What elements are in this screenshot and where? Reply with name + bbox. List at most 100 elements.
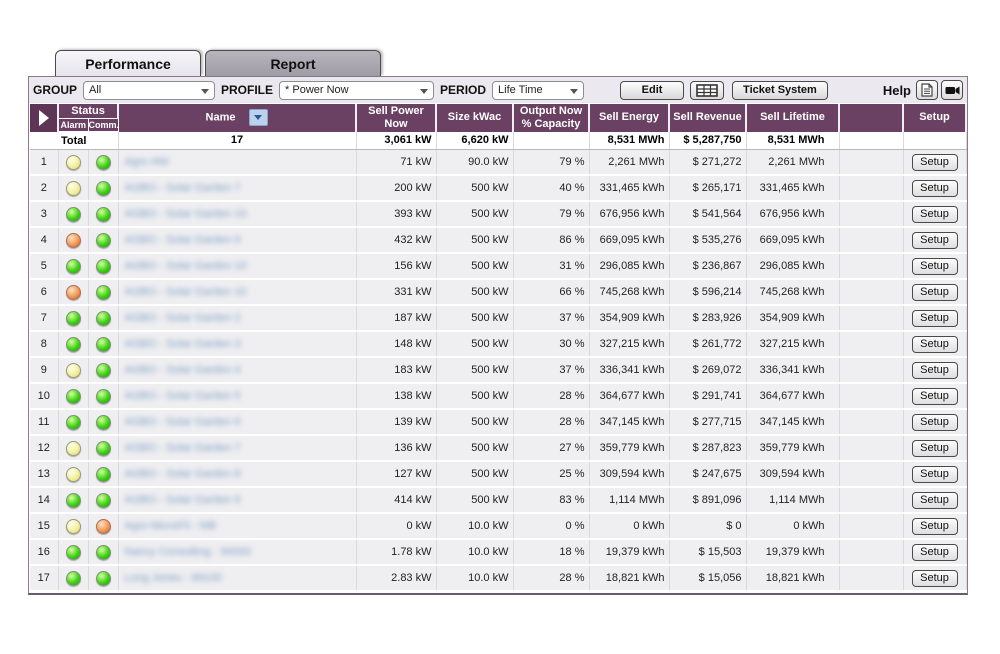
setup-button[interactable]: Setup [912, 518, 958, 535]
lifetime-cell: 676,956 kWh [746, 201, 839, 227]
energy-cell: 19,379 kWh [589, 539, 669, 565]
setup-button[interactable]: Setup [912, 284, 958, 301]
setup-button[interactable]: Setup [912, 310, 958, 327]
row-number: 11 [30, 409, 58, 435]
output-cell: 83 % [513, 487, 589, 513]
site-name-cell[interactable]: Nancy Consulting - 90000 [118, 539, 356, 565]
setup-button[interactable]: Setup [912, 232, 958, 249]
table-row: 5 AGBO - Solar Garden 10 156 kW 500 kW 3… [30, 253, 966, 279]
alarm-status-cell [58, 461, 88, 487]
setup-button[interactable]: Setup [912, 544, 958, 561]
site-name-cell[interactable]: AGBO - Solar Garden 6 [118, 409, 356, 435]
sort-dropdown-icon[interactable] [249, 109, 268, 126]
spacer-cell [839, 150, 903, 176]
row-expand-header[interactable] [30, 104, 58, 132]
setup-button[interactable]: Setup [912, 206, 958, 223]
sell-power-cell: 187 kW [356, 305, 436, 331]
site-name-cell[interactable]: Agro #90 [118, 150, 356, 176]
output-cell: 66 % [513, 279, 589, 305]
site-name-cell[interactable]: AGBO - Solar Garden 10 [118, 201, 356, 227]
alarm-status-cell [58, 513, 88, 539]
site-name-cell[interactable]: AGBO - Solar Garden 3 [118, 331, 356, 357]
ticket-system-button[interactable]: Ticket System [732, 81, 828, 100]
site-name-cell[interactable]: AGBO - Solar Garden 7 [118, 435, 356, 461]
revenue-cell: $ 596,214 [669, 279, 746, 305]
alarm-status-cell [58, 150, 88, 176]
setup-button[interactable]: Setup [912, 570, 958, 587]
setup-button[interactable]: Setup [912, 388, 958, 405]
alarm-status-cell [58, 539, 88, 565]
alarm-light [66, 363, 81, 378]
performance-table: Status Name Sell Power Now Size kWac Out… [30, 104, 967, 592]
total-count: 17 [118, 132, 356, 150]
comm-light [96, 389, 111, 404]
spacer-cell [839, 487, 903, 513]
comm-light [96, 311, 111, 326]
size-cell: 500 kW [436, 461, 513, 487]
period-label: PERIOD [440, 83, 486, 97]
edit-button[interactable]: Edit [620, 81, 684, 100]
site-name-cell[interactable]: AGBO - Solar Garden 5 [118, 383, 356, 409]
alarm-light [66, 389, 81, 404]
energy-cell: 676,956 kWh [589, 201, 669, 227]
alarm-status-cell [58, 175, 88, 201]
alarm-light [66, 207, 81, 222]
comm-status-cell [88, 409, 118, 435]
name-column-header[interactable]: Name [118, 104, 356, 132]
setup-button[interactable]: Setup [912, 414, 958, 431]
total-setup-spacer [903, 132, 966, 150]
setup-button[interactable]: Setup [912, 154, 958, 171]
row-number: 8 [30, 331, 58, 357]
revenue-cell: $ 247,675 [669, 461, 746, 487]
alarm-status-cell [58, 305, 88, 331]
comm-status-cell [88, 279, 118, 305]
site-name-cell[interactable]: AGBO - Solar Garden 7 [118, 175, 356, 201]
site-name-cell[interactable]: Long Jones - 99100 [118, 565, 356, 591]
alarm-subheader: Alarm [58, 119, 88, 132]
setup-cell: Setup [903, 201, 966, 227]
sell-power-cell: 156 kW [356, 253, 436, 279]
grid-view-button[interactable] [690, 81, 724, 100]
help-doc-button[interactable] [916, 80, 938, 100]
revenue-cell: $ 541,564 [669, 201, 746, 227]
site-name-cell[interactable]: AGBO - Solar Garden 9 [118, 227, 356, 253]
total-revenue: $ 5,287,750 [669, 132, 746, 150]
period-select[interactable]: Life Time [492, 81, 584, 100]
chevron-down-icon [570, 89, 578, 94]
revenue-cell: $ 0 [669, 513, 746, 539]
sell-power-cell: 127 kW [356, 461, 436, 487]
setup-button[interactable]: Setup [912, 440, 958, 457]
site-name-redacted: AGBO - Solar Garden 6 [125, 416, 241, 428]
site-name-cell[interactable]: AGBO - Solar Garden 4 [118, 357, 356, 383]
setup-cell: Setup [903, 565, 966, 591]
site-name-cell[interactable]: AGBO - Solar Garden 8 [118, 461, 356, 487]
site-name-cell[interactable]: AGBO - Solar Garden 2 [118, 305, 356, 331]
table-row: 9 AGBO - Solar Garden 4 183 kW 500 kW 37… [30, 357, 966, 383]
setup-button[interactable]: Setup [912, 180, 958, 197]
site-name-redacted: AGBO - Solar Garden 8 [125, 468, 241, 480]
tab-report[interactable]: Report [205, 50, 381, 76]
revenue-cell: $ 261,772 [669, 331, 746, 357]
setup-button[interactable]: Setup [912, 258, 958, 275]
setup-button[interactable]: Setup [912, 336, 958, 353]
table-header: Status Name Sell Power Now Size kWac Out… [30, 104, 966, 132]
spacer-cell [839, 279, 903, 305]
output-cell: 40 % [513, 175, 589, 201]
site-name-cell[interactable]: AGBO - Solar Garden 10 [118, 279, 356, 305]
group-select[interactable]: All [83, 81, 215, 100]
comm-light [96, 233, 111, 248]
profile-select[interactable]: * Power Now [279, 81, 434, 100]
setup-cell: Setup [903, 383, 966, 409]
comm-status-cell [88, 539, 118, 565]
setup-button[interactable]: Setup [912, 466, 958, 483]
setup-button[interactable]: Setup [912, 362, 958, 379]
tab-performance[interactable]: Performance [55, 50, 201, 76]
table-row: 16 Nancy Consulting - 90000 1.78 kW 10.0… [30, 539, 966, 565]
site-name-redacted: AGBO - Solar Garden 10 [125, 260, 247, 272]
help-video-button[interactable] [941, 80, 963, 100]
site-name-cell[interactable]: AGBO - Solar Garden 10 [118, 253, 356, 279]
alarm-light [66, 311, 81, 326]
site-name-cell[interactable]: AGBO - Solar Garden 9 [118, 487, 356, 513]
setup-button[interactable]: Setup [912, 492, 958, 509]
site-name-cell[interactable]: Agro MicroFit - MB [118, 513, 356, 539]
